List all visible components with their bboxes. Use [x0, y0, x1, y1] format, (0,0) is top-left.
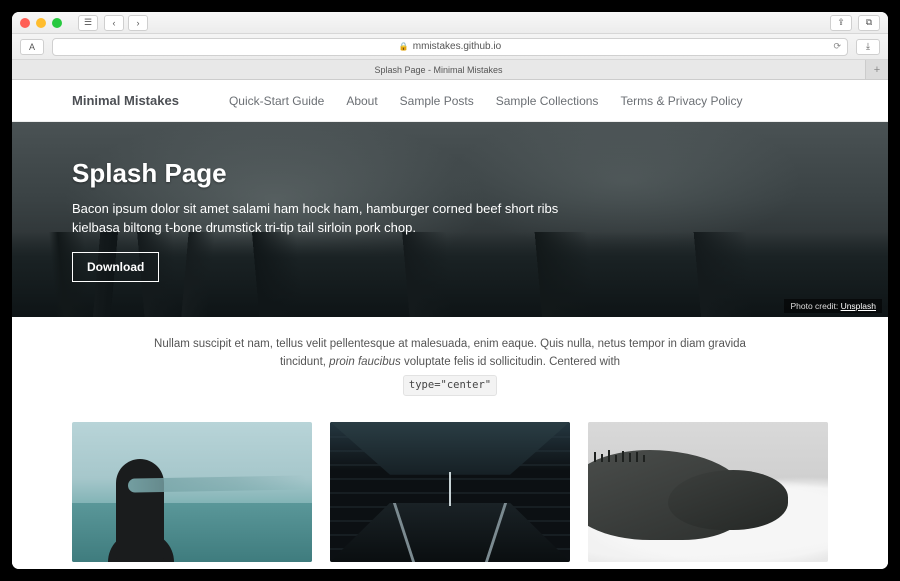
tab-bar: Splash Page - Minimal Mistakes +: [12, 60, 888, 80]
nav-links: Quick-Start Guide About Sample Posts Sam…: [229, 94, 743, 108]
credit-prefix: Photo credit:: [790, 301, 840, 311]
nav-link-sample-collections[interactable]: Sample Collections: [496, 94, 599, 108]
url-toolbar: A 🔒 mmistakes.github.io ⟳ ⤓: [12, 34, 888, 60]
tab-title: Splash Page - Minimal Mistakes: [374, 65, 502, 75]
browser-window: ☰ ‹ › ⇪ ⧉ A 🔒 mmistakes.github.io ⟳ ⤓ Sp…: [12, 12, 888, 569]
photo-credit: Photo credit: Unsplash: [784, 299, 882, 313]
toolbar-nav-group: ☰: [78, 15, 98, 31]
close-window-button[interactable]: [20, 18, 30, 28]
intro-part-b: voluptate felis id sollicitudin. Centere…: [401, 356, 620, 368]
url-bar[interactable]: 🔒 mmistakes.github.io ⟳: [52, 38, 848, 56]
title-bar: ☰ ‹ › ⇪ ⧉: [12, 12, 888, 34]
page-content: Minimal Mistakes Quick-Start Guide About…: [12, 80, 888, 569]
hero: Splash Page Bacon ipsum dolor sit amet s…: [12, 122, 888, 317]
forward-button[interactable]: ›: [128, 15, 148, 31]
downloads-button[interactable]: ⤓: [856, 39, 880, 55]
sidebar-toggle-button[interactable]: ☰: [78, 15, 98, 31]
reload-icon[interactable]: ⟳: [833, 41, 841, 52]
hero-excerpt: Bacon ipsum dolor sit amet salami ham ho…: [72, 199, 592, 238]
new-tab-button[interactable]: +: [866, 60, 888, 79]
nav-link-sample-posts[interactable]: Sample Posts: [400, 94, 474, 108]
tabs-button[interactable]: ⧉: [858, 15, 880, 31]
back-forward-group: ‹ ›: [104, 15, 148, 31]
credit-link[interactable]: Unsplash: [841, 301, 876, 311]
nav-link-quickstart[interactable]: Quick-Start Guide: [229, 94, 324, 108]
browser-tab[interactable]: Splash Page - Minimal Mistakes: [12, 60, 866, 79]
intro-text: Nullam suscipit et nam, tellus velit pel…: [12, 317, 888, 404]
back-button[interactable]: ‹: [104, 15, 124, 31]
traffic-lights: [20, 18, 62, 28]
reader-button[interactable]: A: [20, 39, 44, 55]
nav-link-about[interactable]: About: [346, 94, 377, 108]
feature-card-2[interactable]: [330, 422, 570, 562]
intro-code: type="center": [403, 375, 497, 396]
url-host: mmistakes.github.io: [413, 41, 501, 52]
share-button[interactable]: ⇪: [830, 15, 852, 31]
intro-emphasis: proin faucibus: [329, 356, 401, 368]
feature-card-1[interactable]: [72, 422, 312, 562]
feature-card-3[interactable]: [588, 422, 828, 562]
site-nav: Minimal Mistakes Quick-Start Guide About…: [12, 80, 888, 122]
maximize-window-button[interactable]: [52, 18, 62, 28]
site-title[interactable]: Minimal Mistakes: [72, 93, 179, 108]
minimize-window-button[interactable]: [36, 18, 46, 28]
hero-title: Splash Page: [72, 158, 828, 189]
lock-icon: 🔒: [399, 42, 409, 51]
nav-link-terms[interactable]: Terms & Privacy Policy: [620, 94, 742, 108]
feature-row: [12, 404, 888, 562]
download-button[interactable]: Download: [72, 252, 159, 282]
